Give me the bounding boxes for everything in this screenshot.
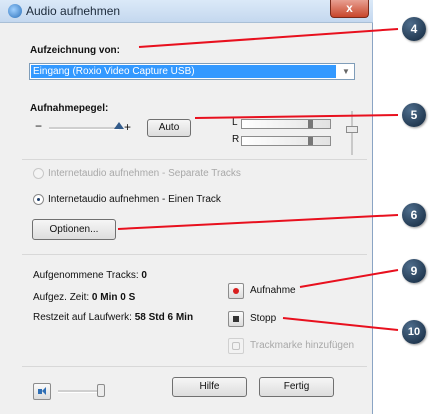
callout-line-4 bbox=[138, 28, 399, 48]
callout-badge-4: 4 bbox=[402, 17, 426, 41]
callout-line-5 bbox=[194, 114, 399, 119]
callout-line-9 bbox=[299, 269, 399, 288]
callout-line-10 bbox=[282, 317, 399, 331]
callout-line-6 bbox=[117, 214, 399, 230]
callout-lines bbox=[117, 28, 399, 331]
callout-badge-6: 6 bbox=[402, 203, 426, 227]
callout-badge-5: 5 bbox=[402, 103, 426, 127]
callout-badge-10: 10 bbox=[402, 320, 426, 344]
callout-badge-9: 9 bbox=[402, 259, 426, 283]
